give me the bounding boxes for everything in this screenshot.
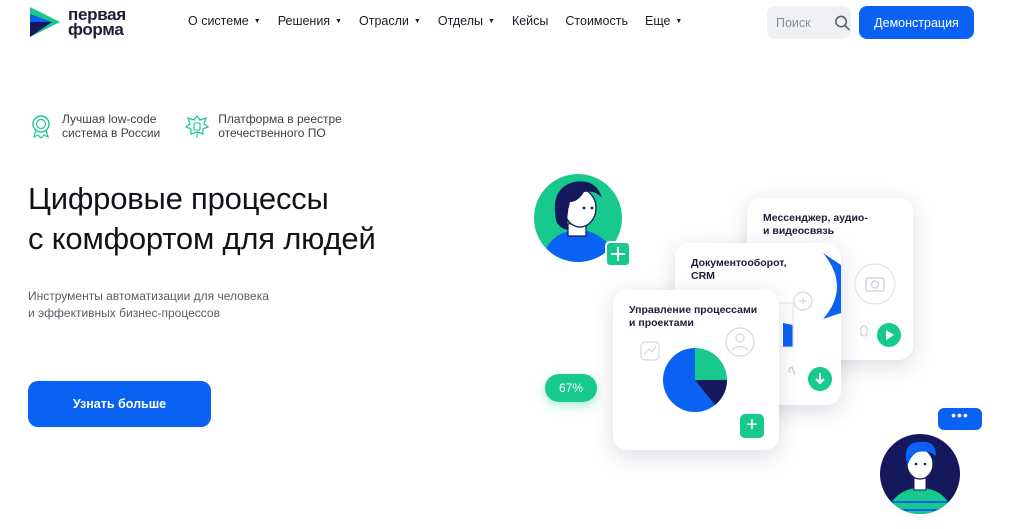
nav-item-label: Отрасли — [359, 14, 409, 28]
award-medal-icon — [32, 115, 50, 139]
badge-text-line2: система в России — [62, 126, 161, 140]
hero-title-line1: Цифровые процессы — [28, 181, 329, 216]
badge-text-line1: Платформа в реестре — [218, 112, 342, 126]
caret-down-icon: ▼ — [253, 17, 261, 25]
nav-item-label: Кейсы — [511, 14, 549, 28]
search-input[interactable] — [776, 15, 830, 30]
man-avatar-illustration — [880, 434, 960, 514]
caret-down-icon: ▼ — [413, 17, 421, 25]
hero-illustration: Мессенджер, аудио- и видеосвязь Документ… — [520, 160, 1020, 529]
download-button[interactable] — [808, 367, 832, 391]
demo-button[interactable]: Демонстрация — [859, 6, 974, 39]
search-icon[interactable] — [834, 14, 851, 32]
caret-down-icon: ▼ — [675, 17, 683, 25]
nav-item-about[interactable]: О системе ▼ — [188, 14, 261, 28]
woman-avatar-illustration — [534, 174, 631, 267]
badge-registry: Платформа в реестре отечественного ПО — [184, 112, 342, 140]
logo-text: первая форма — [68, 6, 126, 39]
nav-item-label: Решения — [277, 14, 331, 28]
nav-item-label: Отделы — [437, 14, 483, 28]
hero-title: Цифровые процессы с комфортом для людей — [28, 179, 488, 259]
badges: Лучшая low-code система в России Платфор… — [28, 112, 342, 140]
badge-text: Платформа в реестре отечественного ПО — [218, 112, 342, 140]
chat-bubble-icon: ••• — [938, 408, 982, 430]
hero-subtitle: Инструменты автоматизации для человека и… — [28, 288, 328, 322]
badge-text: Лучшая low-code система в России — [62, 112, 160, 140]
hero-title-line2: с комфортом для людей — [28, 221, 376, 256]
nav-item-industries[interactable]: Отрасли ▼ — [359, 14, 421, 28]
coat-of-arms-icon — [185, 115, 210, 138]
nav-item-departments[interactable]: Отделы ▼ — [438, 14, 495, 28]
play-icon — [886, 330, 894, 340]
logo-mark-icon — [30, 7, 60, 37]
site-header: первая форма О системе ▼ Решения ▼ Отрасли… — [0, 0, 1024, 44]
badge-best-lowcode: Лучшая low-code система в России — [28, 112, 160, 140]
nav-item-label: О системе — [188, 14, 249, 28]
nav-item-label: Еще — [644, 14, 671, 28]
main-nav: О системе ▼ Решения ▼ Отрасли ▼ Отделы ▼ Кей… — [188, 14, 699, 28]
badge-text-line2: отечественного ПО — [218, 126, 326, 140]
hero-subtitle-line2: и эффективных бизнес-процессов — [28, 306, 220, 320]
logo[interactable]: первая форма — [28, 5, 126, 39]
learn-more-button[interactable]: Узнать больше — [28, 381, 211, 427]
hero-subtitle-line1: Инструменты автоматизации для человека — [28, 289, 269, 303]
nav-item-label: Стоимость — [565, 14, 628, 28]
download-icon — [815, 373, 825, 385]
logo-text-line2: форма — [68, 20, 124, 39]
search-box — [767, 6, 851, 39]
play-button[interactable] — [877, 323, 901, 347]
progress-percent-badge: 67% — [545, 374, 597, 402]
nav-item-solutions[interactable]: Решения ▼ — [278, 14, 342, 28]
nav-item-pricing[interactable]: Стоимость — [565, 14, 628, 28]
caret-down-icon: ▼ — [335, 17, 343, 25]
badge-text-line1: Лучшая low-code — [62, 112, 157, 126]
process-card: Управление процессами и проектами + — [613, 290, 779, 450]
add-button[interactable]: + — [740, 414, 764, 438]
nav-item-more[interactable]: Еще ▼ — [645, 14, 682, 28]
nav-item-cases[interactable]: Кейсы — [512, 14, 548, 28]
caret-down-icon: ▼ — [488, 17, 495, 25]
